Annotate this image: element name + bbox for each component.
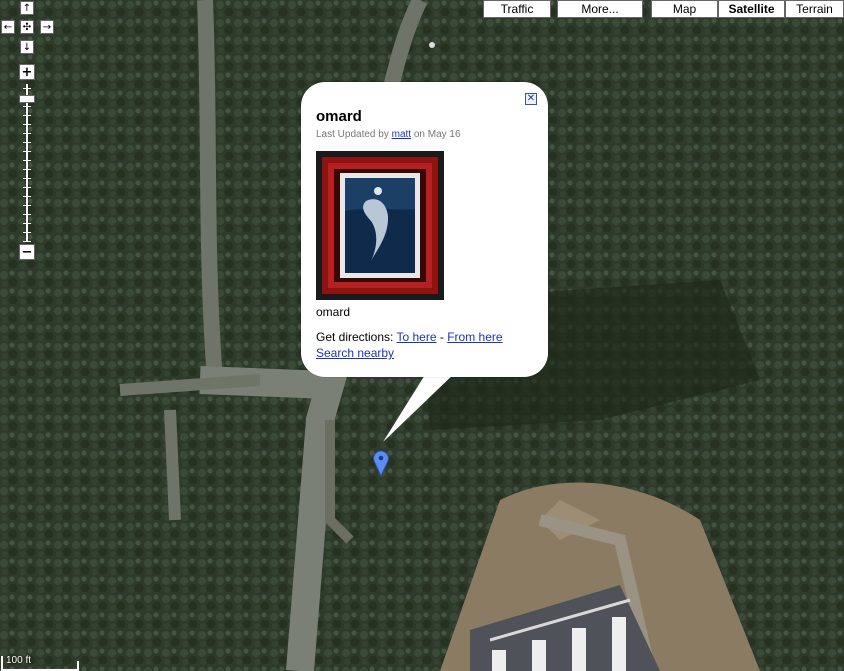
zoom-tick <box>23 115 31 116</box>
zoom-tick <box>23 187 31 188</box>
directions-label: Get directions: <box>316 330 394 344</box>
zoom-tick <box>23 133 31 134</box>
zoom-rail <box>26 84 28 242</box>
zoom-tick <box>23 106 31 107</box>
zoom-tick <box>23 232 31 233</box>
close-icon[interactable]: ✕ <box>525 93 537 105</box>
zoom-tick <box>23 142 31 143</box>
map-pin-icon[interactable] <box>372 450 390 476</box>
search-nearby-link[interactable]: Search nearby <box>316 346 394 360</box>
map-type-terrain-button[interactable]: Terrain <box>785 0 844 18</box>
info-window-tail <box>383 370 458 442</box>
zoom-tick <box>23 169 31 170</box>
pan-left-button[interactable]: ← <box>1 20 15 34</box>
map-type-map-button[interactable]: Map <box>651 0 718 18</box>
zoom-slider-track[interactable] <box>19 84 35 242</box>
last-updated-text: Last Updated by matt on May 16 <box>316 129 461 140</box>
zoom-tick <box>23 151 31 152</box>
zoom-out-button[interactable]: − <box>19 244 35 260</box>
scale-label: 100 ft <box>6 655 32 666</box>
zoom-tick <box>23 88 31 89</box>
map-type-satellite-button[interactable]: Satellite <box>718 0 785 18</box>
get-directions-row: Get directions: To here - From here <box>316 330 503 344</box>
traffic-button[interactable]: Traffic <box>483 0 551 18</box>
zoom-tick <box>23 223 31 224</box>
zoom-slider-thumb[interactable] <box>19 94 35 103</box>
info-window-title: omard <box>316 108 362 125</box>
from-here-link[interactable]: From here <box>447 330 502 344</box>
pan-right-button[interactable]: → <box>40 20 54 34</box>
zoom-in-button[interactable]: + <box>19 64 35 80</box>
to-here-link[interactable]: To here <box>397 330 437 344</box>
zoom-tick <box>23 214 31 215</box>
pan-up-button[interactable]: ↑ <box>20 1 34 15</box>
pan-center-button[interactable]: ✣ <box>20 20 34 34</box>
pan-down-button[interactable]: ↓ <box>20 40 34 54</box>
directions-separator: - <box>439 330 444 344</box>
framed-photo-image[interactable] <box>316 151 444 300</box>
updated-prefix: Last Updated by <box>316 129 389 140</box>
zoom-tick <box>23 160 31 161</box>
updated-suffix: on May 16 <box>413 129 461 140</box>
zoom-tick <box>23 178 31 179</box>
zoom-tick <box>23 241 31 242</box>
zoom-tick <box>23 205 31 206</box>
zoom-tick <box>23 124 31 125</box>
updated-user-link[interactable]: matt <box>392 129 411 140</box>
photo-caption: omard <box>316 305 351 319</box>
more-button[interactable]: More... <box>557 0 643 18</box>
zoom-tick <box>23 196 31 197</box>
